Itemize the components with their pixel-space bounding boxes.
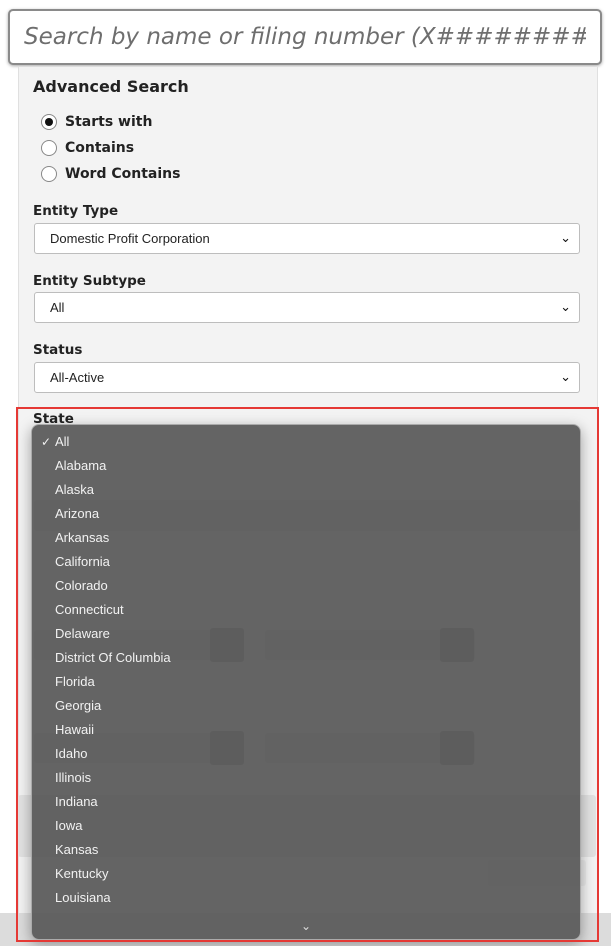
entity-type-label: Entity Type [33,203,119,219]
entity-subtype-label: Entity Subtype [33,273,146,289]
state-option[interactable]: Arkansas [32,526,580,550]
state-option[interactable]: Kansas [32,838,580,862]
entity-type-value: Domestic Profit Corporation [50,231,210,246]
state-option[interactable]: California [32,550,580,574]
state-option[interactable]: Arizona [32,502,580,526]
chevron-down-icon: ⌄ [560,230,571,245]
radio-button[interactable] [41,140,57,156]
state-option[interactable]: Georgia [32,694,580,718]
radio-word-contains[interactable]: Word Contains [41,163,180,185]
entity-subtype-select[interactable]: All ⌄ [34,292,580,323]
radio-starts-with[interactable]: Starts with [41,111,152,133]
state-option[interactable]: Iowa [32,814,580,838]
checkmark-icon: ✓ [41,435,52,449]
chevron-down-icon[interactable]: ⌄ [32,919,580,933]
entity-type-select[interactable]: Domestic Profit Corporation ⌄ [34,223,580,254]
state-option[interactable]: Florida [32,670,580,694]
state-option[interactable]: Kentucky [32,862,580,886]
status-select[interactable]: All-Active ⌄ [34,362,580,393]
state-option[interactable]: District Of Columbia [32,646,580,670]
state-dropdown-list[interactable]: ✓ All Alabama Alaska Arizona Arkansas Cal… [31,424,581,940]
chevron-down-icon: ⌄ [560,299,571,314]
radio-label: Starts with [65,114,153,130]
state-option[interactable]: Idaho [32,742,580,766]
search-box[interactable] [8,9,602,65]
entity-subtype-value: All [50,300,65,315]
status-label: Status [33,342,83,358]
state-option[interactable]: Louisiana [32,886,580,910]
advanced-search-title: Advanced Search [33,77,189,96]
state-option[interactable]: Connecticut [32,598,580,622]
radio-button[interactable] [41,114,57,130]
status-value: All-Active [50,370,105,385]
state-option[interactable]: Alaska [32,478,580,502]
state-option[interactable]: Illinois [32,766,580,790]
state-option[interactable]: Colorado [32,574,580,598]
state-option[interactable]: Alabama [32,454,580,478]
radio-button[interactable] [41,166,57,182]
chevron-down-icon: ⌄ [560,369,571,384]
state-option[interactable]: Indiana [32,790,580,814]
state-option[interactable]: Delaware [32,622,580,646]
search-input[interactable] [10,11,600,63]
radio-contains[interactable]: Contains [41,137,134,159]
state-option[interactable]: ✓ All [32,430,580,454]
state-option[interactable]: Hawaii [32,718,580,742]
radio-label: Contains [65,140,135,156]
radio-label: Word Contains [65,166,181,182]
